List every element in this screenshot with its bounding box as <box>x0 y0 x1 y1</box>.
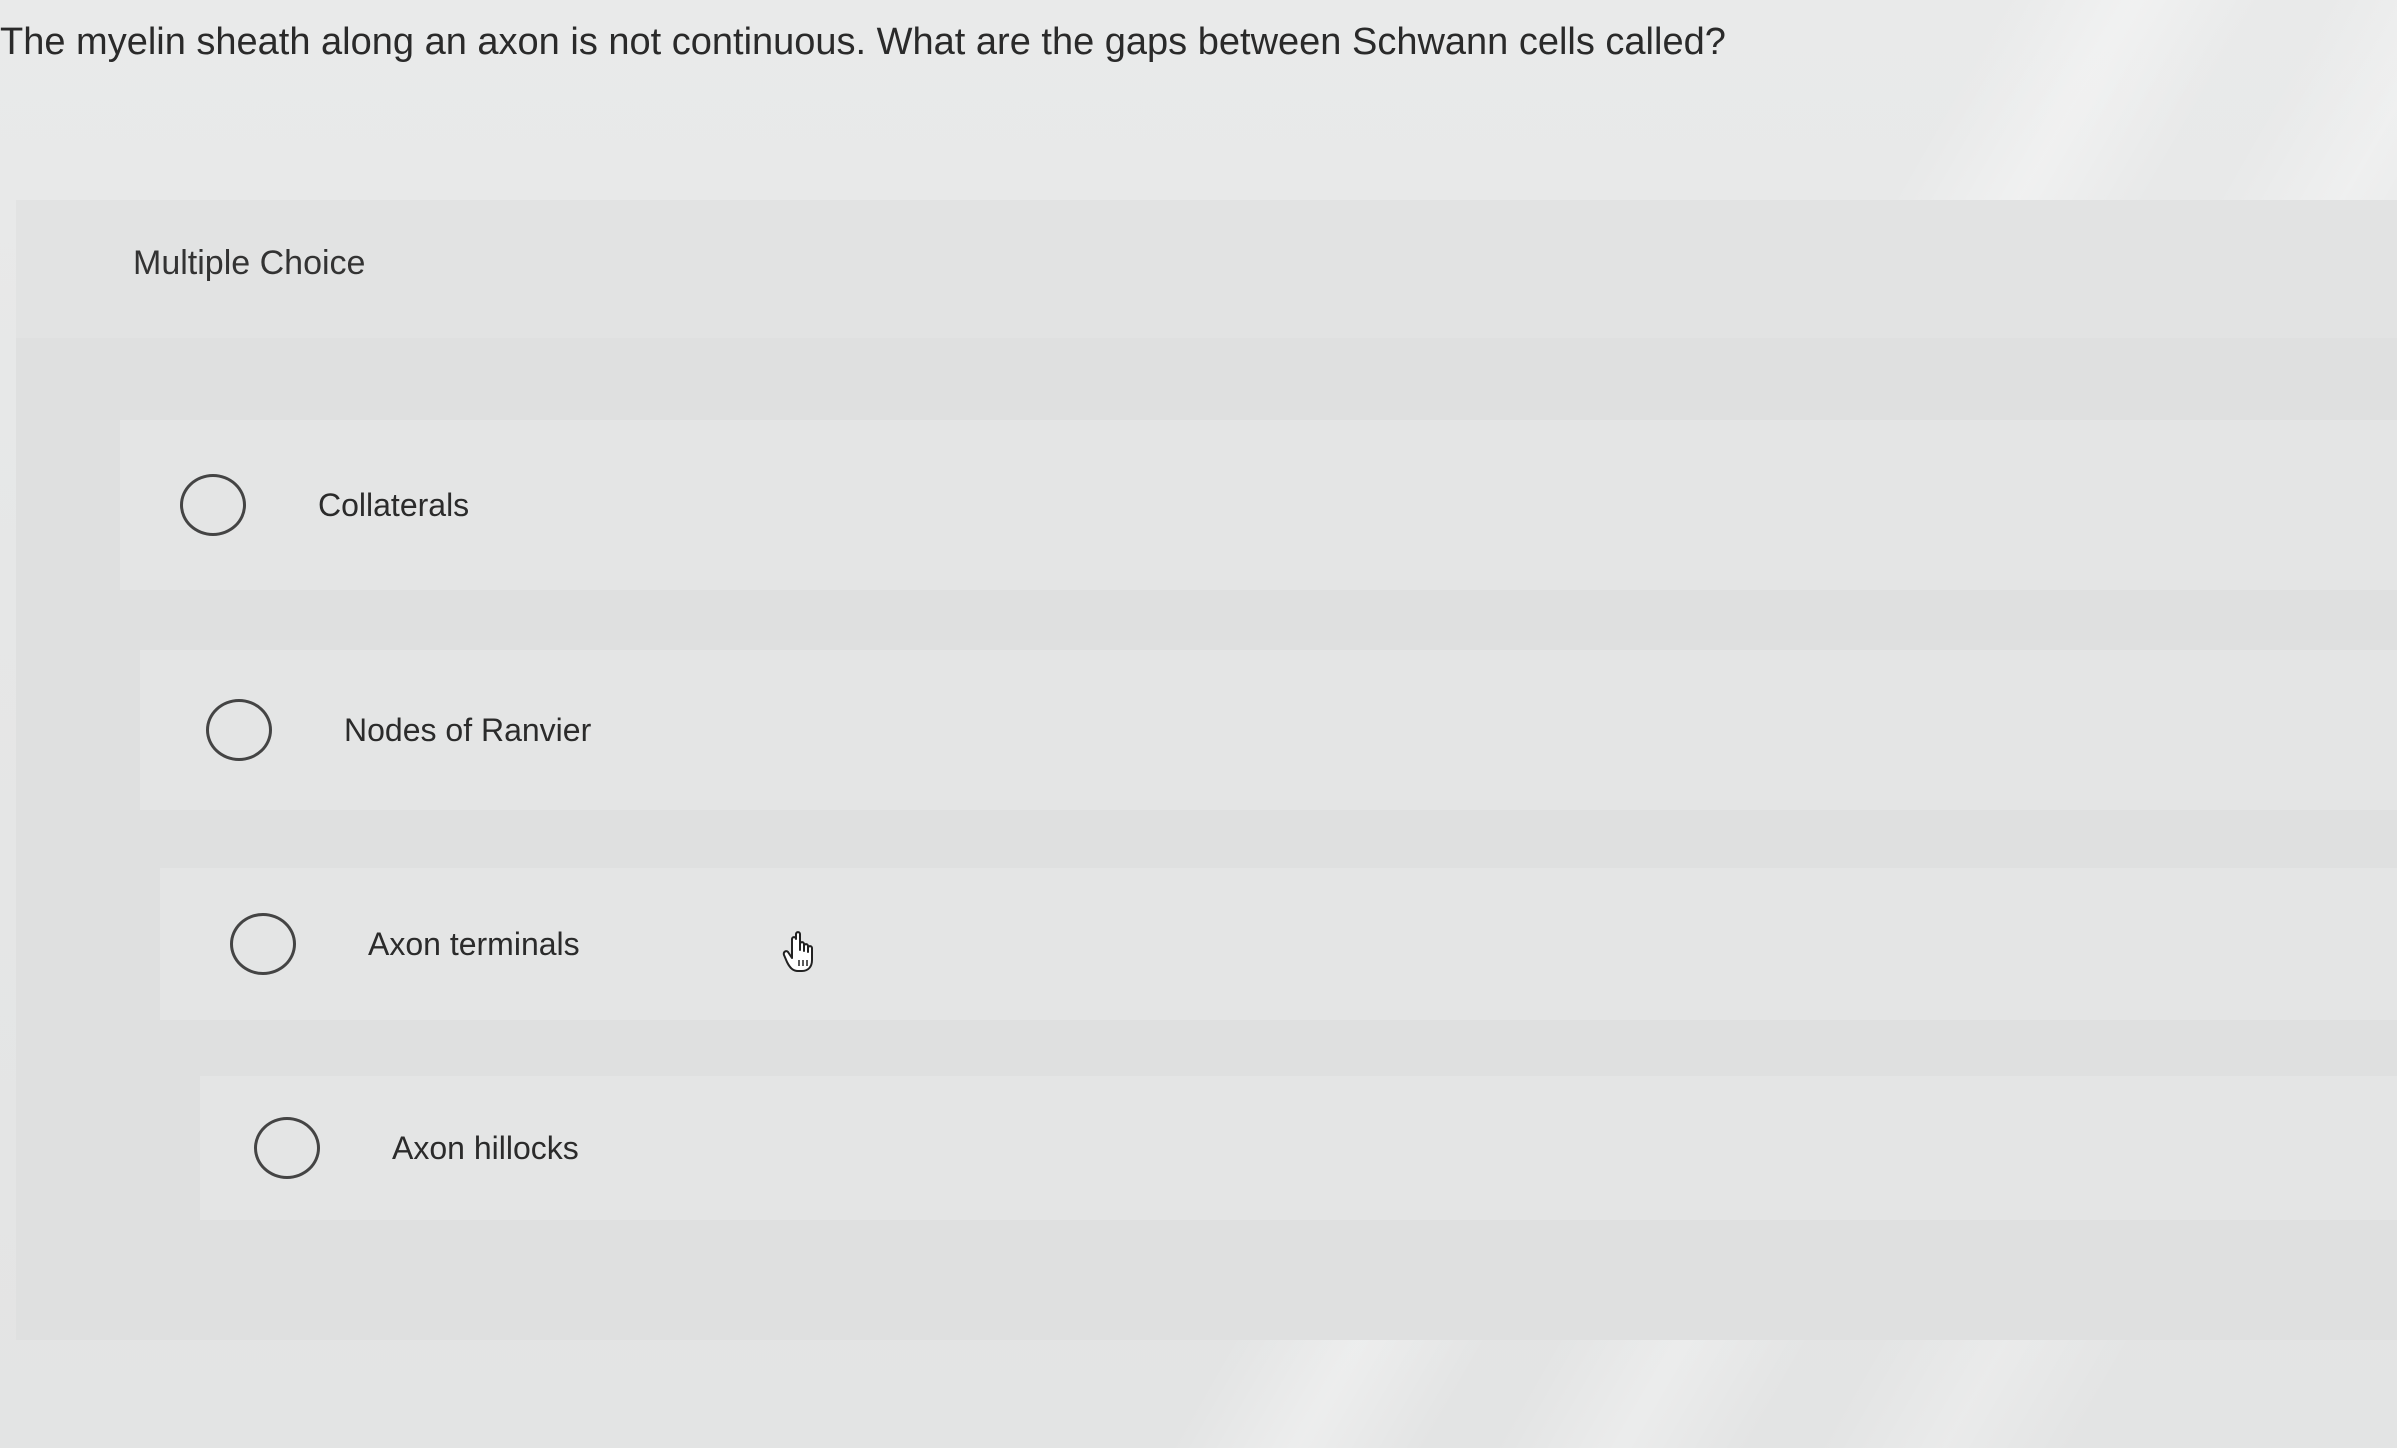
radio-button[interactable] <box>254 1117 320 1179</box>
option-label: Axon terminals <box>368 925 580 962</box>
option-axon-hillocks[interactable]: Axon hillocks <box>200 1076 2397 1220</box>
option-label: Collaterals <box>318 486 470 523</box>
options-list: Collaterals Nodes of Ranvier Axon termin… <box>0 0 2397 1448</box>
option-axon-terminals[interactable]: Axon terminals <box>160 868 2397 1020</box>
option-label: Nodes of Ranvier <box>344 711 592 748</box>
option-nodes-of-ranvier[interactable]: Nodes of Ranvier <box>140 650 2397 810</box>
option-collaterals[interactable]: Collaterals <box>120 420 2397 590</box>
hand-pointer-icon <box>782 931 813 972</box>
radio-button[interactable] <box>180 474 246 536</box>
option-label: Axon hillocks <box>392 1129 579 1166</box>
radio-button[interactable] <box>230 913 296 975</box>
radio-button[interactable] <box>206 699 272 761</box>
